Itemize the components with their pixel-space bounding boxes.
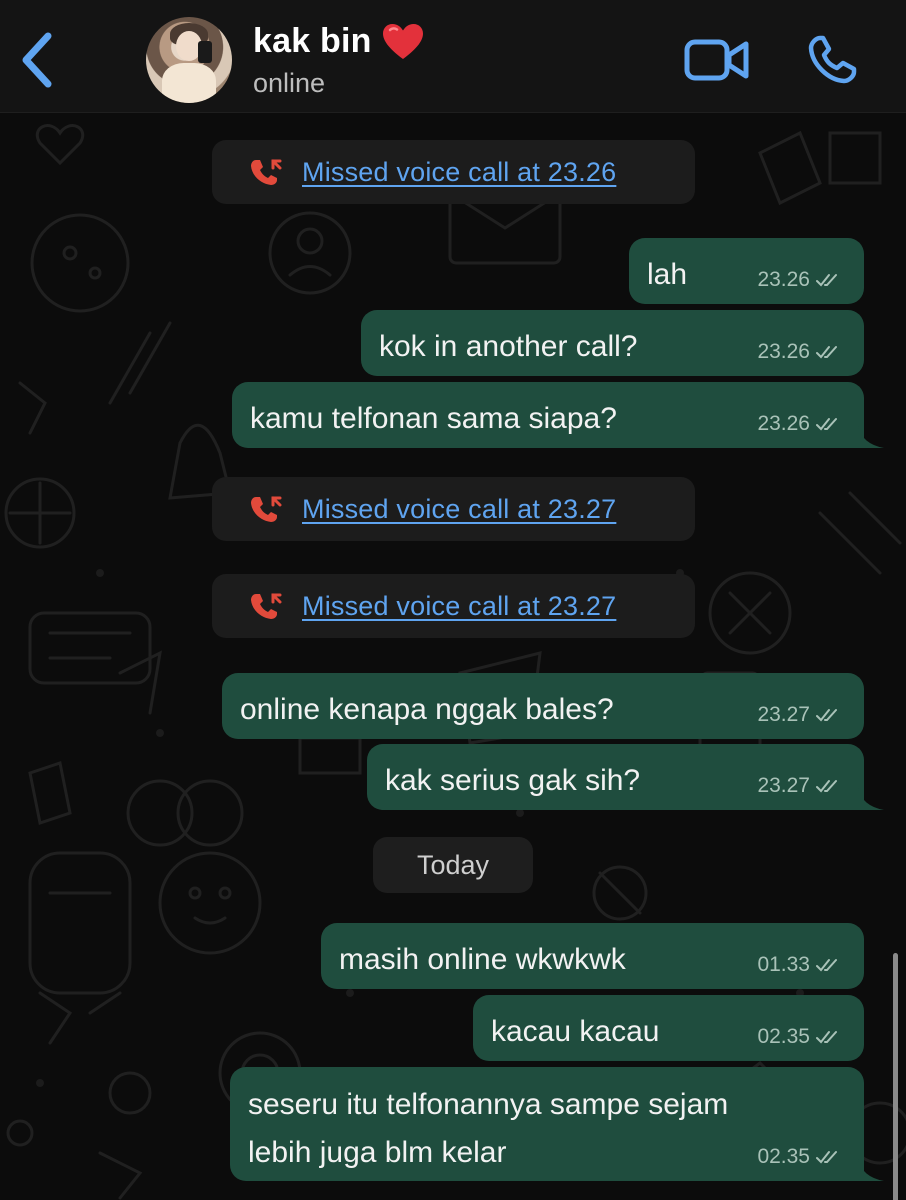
video-camera-icon	[684, 39, 749, 81]
missed-call-text[interactable]: Missed voice call at 23.26	[302, 157, 616, 188]
date-divider: Today	[373, 837, 533, 893]
video-call-button[interactable]	[684, 38, 750, 82]
message-text-line-2: lebih juga blm kelar	[248, 1136, 507, 1169]
message-meta: 02.35	[757, 1145, 842, 1169]
missed-call-icon	[251, 159, 282, 185]
double-check-icon	[816, 709, 837, 722]
double-check-icon	[816, 418, 837, 431]
double-check-icon	[816, 346, 837, 359]
missed-call-event[interactable]: Missed voice call at 23.27	[212, 574, 695, 638]
message-time: 23.26	[757, 268, 810, 291]
double-check-icon	[816, 780, 837, 793]
message-meta: 02.35	[757, 1025, 842, 1049]
voice-call-button[interactable]	[806, 34, 860, 86]
chat-header: kak bin online	[0, 0, 906, 113]
message-meta: 23.26	[757, 412, 842, 436]
phone-icon	[808, 35, 857, 84]
bubble-tail	[858, 1159, 884, 1181]
chat-area[interactable]: Missed voice call at 23.26 lah 23.26 kok…	[0, 113, 906, 1200]
missed-call-icon	[251, 496, 282, 522]
red-heart-icon	[382, 23, 423, 59]
message-time: 02.35	[757, 1025, 810, 1048]
message-meta: 01.33	[757, 953, 842, 977]
missed-call-text[interactable]: Missed voice call at 23.27	[302, 494, 616, 525]
contact-name-text: kak bin	[253, 22, 372, 60]
message-time: 23.27	[757, 774, 810, 797]
message-meta: 23.27	[757, 703, 842, 727]
bubble-tail	[858, 426, 884, 448]
outgoing-message[interactable]: masih online wkwkwk 01.33	[321, 923, 864, 989]
message-time: 23.26	[757, 340, 810, 363]
missed-call-icon	[251, 593, 282, 619]
double-check-icon	[816, 274, 837, 287]
message-text-line-1: seseru itu telfonannya sampe sejam	[248, 1088, 729, 1121]
missed-call-event[interactable]: Missed voice call at 23.27	[212, 477, 695, 541]
missed-call-text[interactable]: Missed voice call at 23.27	[302, 591, 616, 622]
message-meta: 23.26	[757, 268, 842, 292]
outgoing-message[interactable]: kamu telfonan sama siapa? 23.26	[232, 382, 884, 448]
chevron-left-icon	[22, 32, 52, 88]
message-text: kamu telfonan sama siapa?	[250, 402, 617, 435]
message-time: 23.27	[757, 703, 810, 726]
outgoing-message[interactable]: online kenapa nggak bales? 23.27	[222, 673, 864, 739]
contact-name[interactable]: kak bin	[253, 22, 424, 61]
contact-status: online	[253, 68, 326, 98]
contact-avatar[interactable]	[146, 17, 232, 103]
outgoing-message[interactable]: kak serius gak sih? 23.27	[367, 744, 884, 810]
message-time: 23.26	[757, 412, 810, 435]
message-time: 01.33	[757, 953, 810, 976]
message-meta: 23.26	[757, 340, 842, 364]
outgoing-message[interactable]: lah 23.26	[629, 238, 864, 304]
message-text: online kenapa nggak bales?	[240, 693, 614, 726]
back-button[interactable]	[14, 28, 62, 92]
scrollbar[interactable]	[893, 953, 898, 1200]
bubble-tail	[858, 788, 884, 810]
double-check-icon	[816, 1151, 837, 1164]
outgoing-message[interactable]: seseru itu telfonannya sampe sejam lebih…	[230, 1067, 884, 1181]
message-time: 02.35	[757, 1145, 810, 1168]
outgoing-message[interactable]: kacau kacau 02.35	[473, 995, 864, 1061]
message-meta: 23.27	[757, 774, 842, 798]
outgoing-message[interactable]: kok in another call? 23.26	[361, 310, 864, 376]
double-check-icon	[816, 1031, 837, 1044]
double-check-icon	[816, 959, 837, 972]
missed-call-event[interactable]: Missed voice call at 23.26	[212, 140, 695, 204]
